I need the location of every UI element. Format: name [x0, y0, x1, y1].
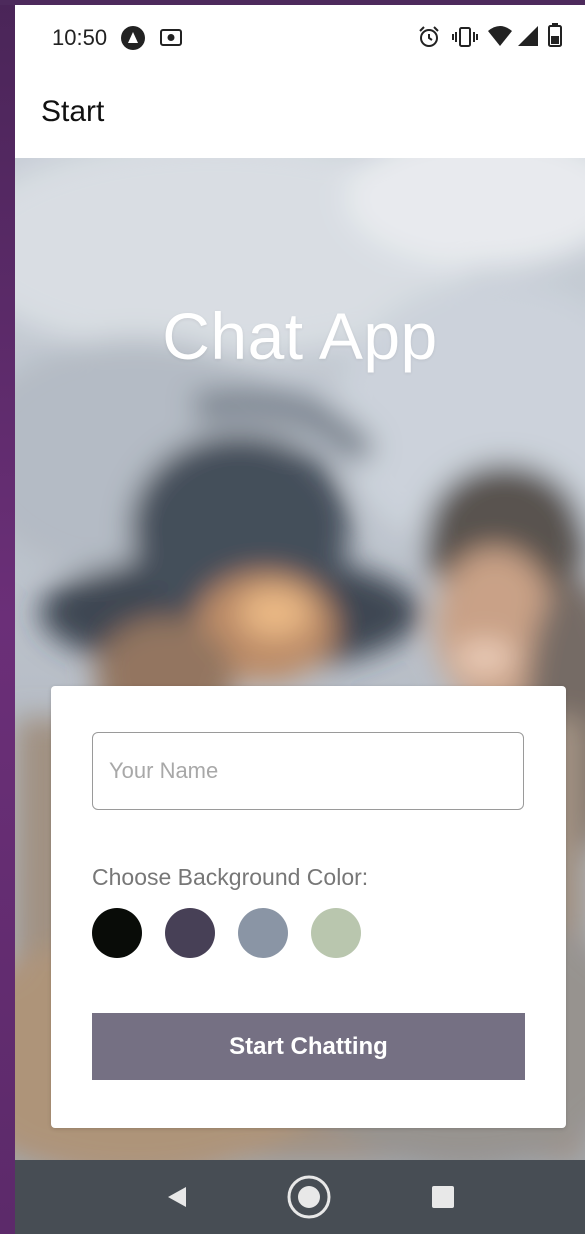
- signal-icon: [517, 25, 539, 52]
- screen-title: Start: [41, 95, 105, 128]
- color-choice-label: Choose Background Color:: [92, 864, 369, 890]
- system-nav-bar: [15, 1160, 585, 1234]
- app-notification-icon: [120, 25, 146, 56]
- home-icon[interactable]: [269, 1160, 349, 1234]
- app-title: Chat App: [162, 299, 438, 373]
- start-chatting-button[interactable]: Start Chatting: [92, 1013, 525, 1080]
- status-time: 10:50: [52, 25, 108, 50]
- wifi-icon: [487, 25, 513, 52]
- alarm-icon: [417, 25, 441, 54]
- app-bar: Start: [15, 70, 585, 159]
- color-swatch-black[interactable]: [92, 908, 142, 958]
- back-icon[interactable]: [137, 1160, 217, 1234]
- vibrate-icon: [452, 25, 478, 54]
- screenshot-icon: [160, 27, 182, 52]
- color-swatch-blue-gray[interactable]: [238, 908, 288, 958]
- battery-icon: [548, 23, 562, 52]
- recents-icon[interactable]: [403, 1160, 483, 1234]
- phone-screen: 10:50 Start Chat App Your Name Choose Ba…: [15, 5, 585, 1234]
- window-frame: [0, 0, 15, 1234]
- start-form-card: Choose Background Color: Start Chatting: [51, 686, 566, 1128]
- color-swatch-purple[interactable]: [165, 908, 215, 958]
- name-input[interactable]: [92, 732, 524, 810]
- start-screen-content: Chat App Choose Background Color: Start …: [15, 158, 585, 1160]
- status-bar: 10:50: [15, 5, 585, 70]
- color-swatch-green[interactable]: [311, 908, 361, 958]
